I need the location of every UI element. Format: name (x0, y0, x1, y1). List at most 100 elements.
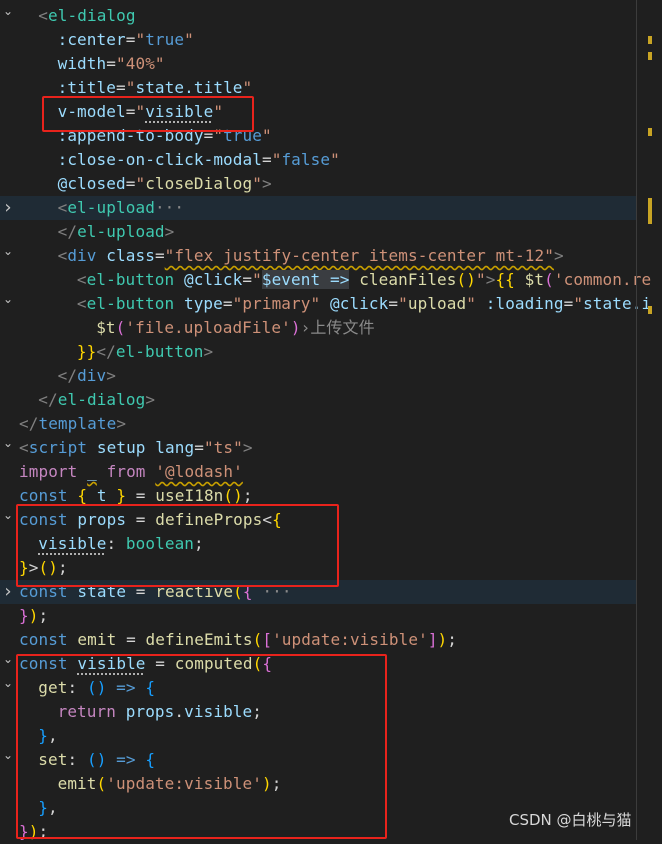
code-token: </ (57, 222, 78, 241)
code-token: el-upload (77, 222, 165, 241)
code-token: " (135, 174, 146, 193)
code-token: " (330, 150, 340, 169)
code-line[interactable]: @closed="closeDialog"> (0, 172, 636, 196)
code-line[interactable]: </el-upload> (0, 220, 636, 244)
chevron-down-icon[interactable]: ⌄ (1, 743, 15, 767)
code-line[interactable]: :center="true" (0, 28, 636, 52)
chevron-down-icon[interactable]: ⌄ (1, 671, 15, 695)
code-text: :center="true" (58, 28, 194, 52)
code-token: " (475, 270, 486, 289)
code-line[interactable]: </el-dialog> (0, 388, 636, 412)
code-token: { (77, 486, 88, 505)
code-token: lang (155, 438, 195, 457)
code-line[interactable]: › <el-upload··· (0, 196, 636, 220)
chevron-down-icon[interactable]: ⌄ (1, 431, 15, 455)
code-token: const (19, 486, 68, 505)
code-token: = (125, 174, 136, 193)
minimap-mark (648, 52, 652, 60)
code-token: el-button (115, 342, 204, 361)
chevron-down-icon[interactable]: ⌄ (1, 287, 15, 311)
code-token: el-dialog (57, 390, 146, 409)
code-line[interactable]: width="40%" (0, 52, 636, 76)
code-token: ) (290, 318, 301, 337)
code-line[interactable]: </div> (0, 364, 636, 388)
code-token: closeDialog (145, 174, 253, 193)
code-text: </div> (58, 364, 116, 388)
chevron-down-icon[interactable]: ⌄ (1, 0, 15, 23)
chevron-down-icon[interactable]: ⌄ (1, 239, 15, 263)
code-token: div (67, 246, 97, 265)
code-token: type (183, 294, 223, 313)
code-text: </el-dialog> (38, 388, 155, 412)
code-token: > (164, 222, 175, 241)
minimap-mark (648, 306, 652, 314)
code-token: = (154, 246, 165, 265)
code-token: "40%" (116, 54, 165, 73)
code-token: @closed (57, 174, 126, 193)
chevron-right-icon[interactable]: › (1, 196, 15, 220)
code-token: state.title (135, 78, 243, 97)
code-token: '@lodash' (155, 462, 243, 481)
code-token: class (106, 246, 155, 265)
code-token: state.i (583, 294, 652, 313)
code-token: [ (262, 630, 273, 649)
code-line[interactable]: :close-on-click-modal="false" (0, 148, 636, 172)
code-token: import (19, 462, 78, 481)
code-token: = (126, 486, 156, 505)
code-token: "ts" (203, 438, 243, 457)
code-token: true (145, 30, 185, 49)
code-token: " (125, 78, 136, 97)
code-token: :close-on-click-modal (57, 150, 262, 169)
code-token: const (19, 630, 68, 649)
chevron-right-icon[interactable]: › (1, 580, 15, 604)
code-token: = (242, 270, 253, 289)
code-text: </template> (19, 412, 126, 436)
code-line[interactable]: <el-button @click="$event => cleanFiles(… (0, 268, 651, 292)
code-line[interactable]: import _ from '@lodash' (0, 460, 636, 484)
code-token: el-button (86, 270, 175, 289)
code-token: $t (96, 318, 116, 337)
code-token: = (222, 294, 233, 313)
code-line[interactable]: </template> (0, 412, 636, 436)
code-text: <el-upload··· (58, 196, 185, 220)
minimap-mark (648, 198, 652, 224)
chevron-down-icon[interactable]: ⌄ (1, 503, 15, 527)
code-token: </ (19, 414, 39, 433)
code-token: t (87, 486, 117, 505)
code-token: ( (544, 270, 554, 289)
inlay-hint: 上传文件 (310, 318, 375, 337)
code-token: </ (38, 390, 58, 409)
code-line[interactable]: $t('file.uploadFile')›上传文件 (0, 316, 636, 340)
code-text: <el-dialog (38, 4, 135, 28)
code-line[interactable]: ⌄ <el-button type="primary" @click="uploa… (0, 292, 651, 316)
code-token: template (38, 414, 117, 433)
code-token: > (262, 174, 272, 193)
code-token: el-dialog (48, 6, 136, 25)
code-token: } (19, 606, 29, 625)
code-line[interactable]: const emit = defineEmits(['update:visibl… (0, 628, 636, 652)
code-text: }}</el-button> (77, 340, 213, 364)
chevron-down-icon[interactable]: ⌄ (1, 647, 15, 671)
code-token: width (57, 54, 107, 73)
code-line[interactable]: }); (0, 604, 636, 628)
code-line[interactable]: }}</el-button> (0, 340, 636, 364)
highlight-box-define-props (16, 504, 339, 587)
scrollbar[interactable] (636, 0, 637, 840)
code-line[interactable]: ⌄ <div class="flex justify-center items-c… (0, 244, 636, 268)
highlight-box-v-model (42, 96, 254, 132)
code-line[interactable]: ⌄ <script setup lang="ts"> (0, 436, 636, 460)
code-text: const emit = defineEmits(['update:visibl… (19, 628, 457, 652)
code-token: = (388, 294, 399, 313)
code-token: $event => (261, 270, 350, 289)
code-line[interactable]: ⌄ <el-dialog (0, 4, 636, 28)
code-token: < (57, 198, 68, 217)
code-token: "flex justify-center items-center mt-12" (164, 246, 554, 265)
code-token: > (203, 342, 214, 361)
